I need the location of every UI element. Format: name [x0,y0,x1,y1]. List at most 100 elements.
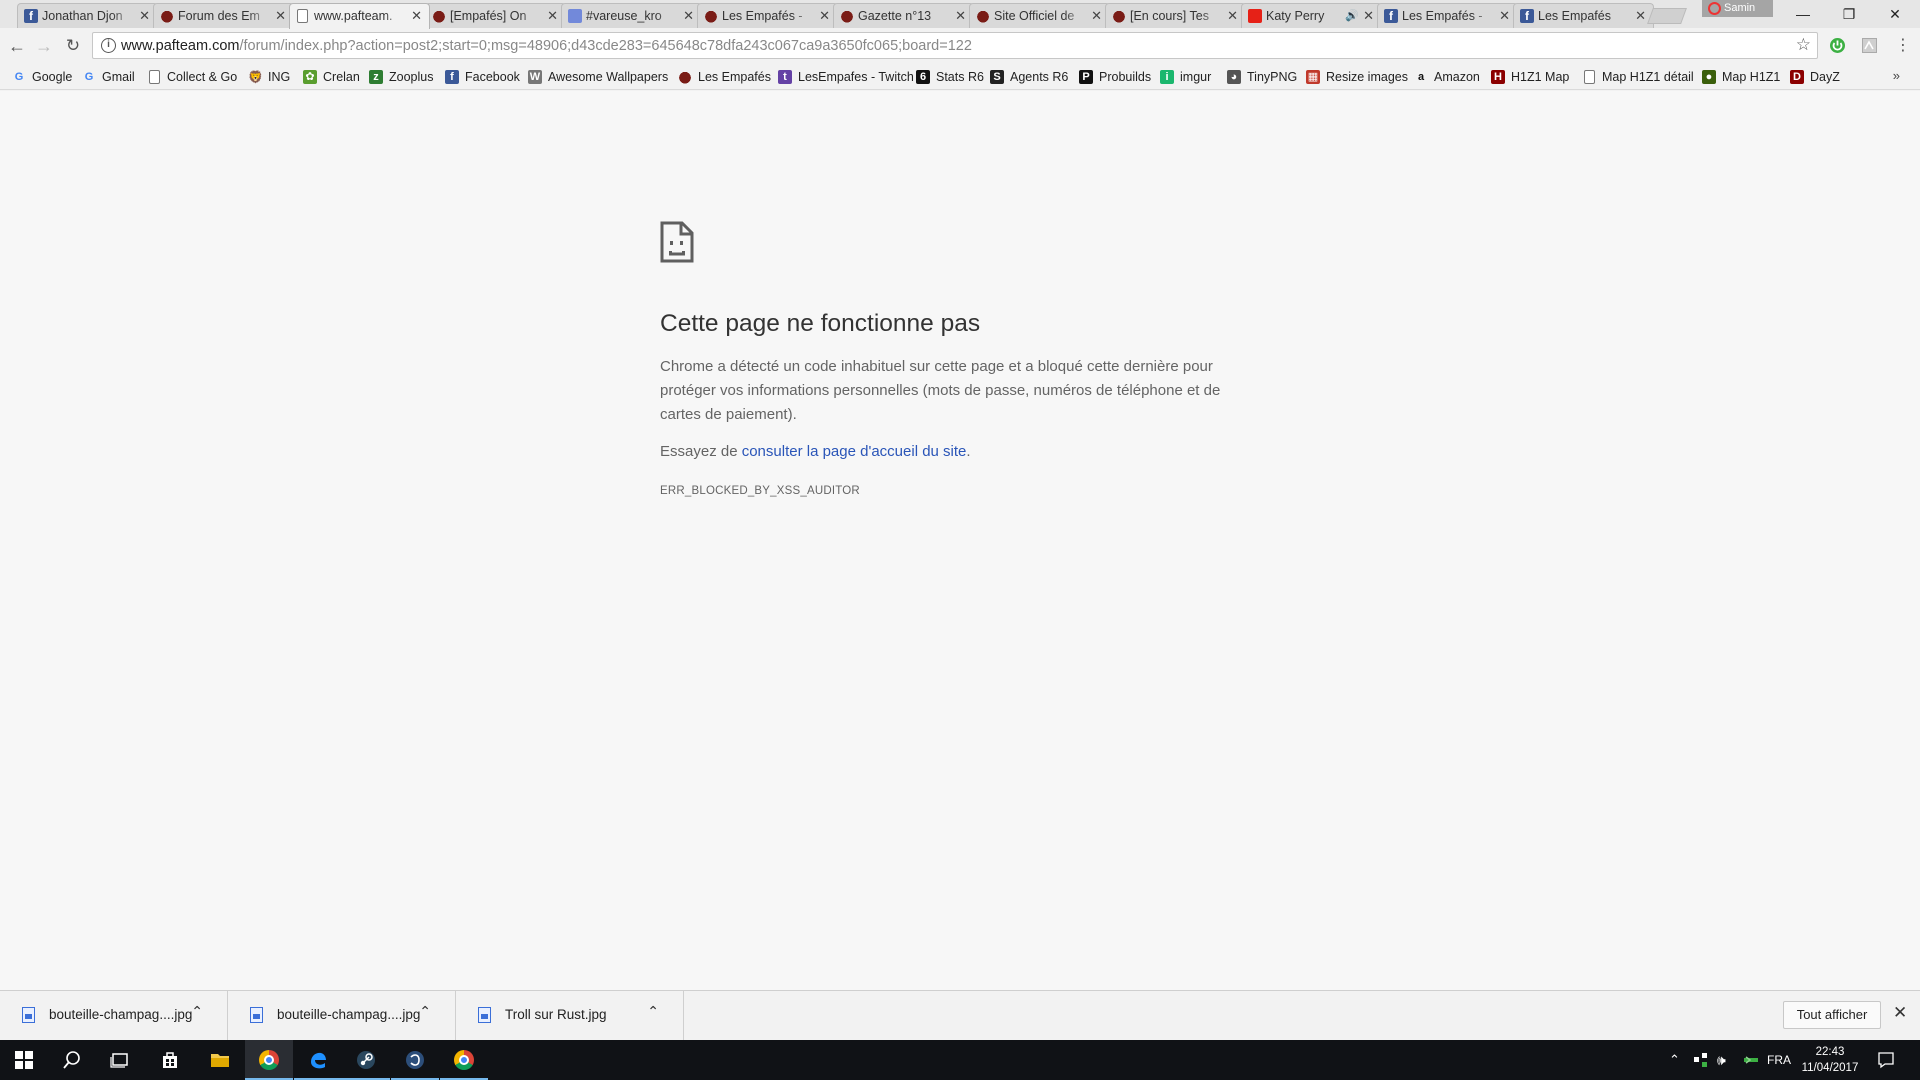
browser-tab[interactable]: f Jonathan Djon ✕ [17,3,158,28]
extension-pdf-icon[interactable] [1861,37,1878,54]
steam-icon[interactable] [342,1040,390,1080]
bookmark-item[interactable]: t LesEmpafes - Twitch [778,68,914,86]
homepage-link[interactable]: consulter la page d'accueil du site [742,443,967,460]
chrome-icon [259,1050,279,1070]
bookmark-item[interactable]: Collect & Go [147,68,237,86]
action-center-icon[interactable] [1877,1040,1895,1080]
bookmark-item[interactable]: ✿ Crelan [303,68,360,86]
close-tab-icon[interactable]: ✕ [683,4,694,28]
volume-icon[interactable]: 🕪 [1717,1040,1726,1080]
close-tab-icon[interactable]: ✕ [411,4,422,28]
tab-title: #vareuse_kro [586,9,662,23]
browser-tab[interactable]: Site Officiel de ✕ [969,3,1110,28]
search-icon[interactable] [48,1040,96,1080]
close-tab-icon[interactable]: ✕ [819,4,830,28]
download-options-chevron-icon[interactable]: ⌃ [191,1003,203,1020]
close-tab-icon[interactable]: ✕ [1499,4,1510,28]
bookmark-label: Amazon [1434,70,1480,84]
close-tab-icon[interactable]: ✕ [955,4,966,28]
browser-tab[interactable]: [En cours] Tes ✕ [1105,3,1246,28]
close-tab-icon[interactable]: ✕ [1227,4,1238,28]
bookmark-item[interactable]: 6 Stats R6 [916,68,984,86]
bookmark-item[interactable]: i imgur [1160,68,1211,86]
bookmark-item[interactable]: f Facebook [445,68,520,86]
bookmark-item[interactable]: z Zooplus [369,68,433,86]
file-explorer-icon[interactable] [196,1040,244,1080]
reload-button[interactable]: ↻ [61,34,85,58]
bookmark-label: Agents R6 [1010,70,1069,84]
bookmark-item[interactable]: G Gmail [82,68,135,86]
show-all-downloads-button[interactable]: Tout afficher [1783,1001,1881,1029]
minimize-button[interactable]: — [1780,0,1826,28]
download-item[interactable]: Troll sur Rust.jpg ⌃ [456,991,684,1041]
show-hidden-icons-chevron-icon[interactable]: ⌃ [1669,1040,1680,1080]
close-tab-icon[interactable]: ✕ [139,4,150,28]
empafes-icon [678,70,692,84]
download-item[interactable]: bouteille-champag....jpg ⌃ [0,991,228,1041]
new-tab-button[interactable] [1647,8,1687,24]
edge-icon[interactable] [294,1040,342,1080]
browser-tab[interactable]: #vareuse_kro ✕ [561,3,702,28]
profile-button[interactable]: Samin [1702,0,1773,17]
taskbar-chrome-active[interactable] [245,1040,293,1080]
tab-title: Les Empafés - [1402,9,1483,23]
teamspeak-icon[interactable] [391,1040,439,1080]
bookmark-item[interactable]: 🦁 ING [248,68,290,86]
forward-button[interactable]: → [32,34,56,58]
bookmark-item[interactable]: Les Empafés [678,68,771,86]
browser-tab[interactable]: f Les Empafés - ✕ [1377,3,1518,28]
chrome-menu-icon[interactable]: ⋮ [1891,34,1915,58]
clock-date: 11/04/2017 [1801,1062,1859,1074]
url-text[interactable]: www.pafteam.com/forum/index.php?action=p… [121,33,972,59]
close-tab-icon[interactable]: ✕ [1635,4,1646,28]
bookmark-item[interactable]: W Awesome Wallpapers [528,68,668,86]
address-bar[interactable]: i www.pafteam.com/forum/index.php?action… [92,32,1818,59]
browser-tab[interactable]: Gazette n°13 ✕ [833,3,974,28]
close-shelf-icon[interactable]: ✕ [1893,1003,1907,1023]
browser-tab[interactable]: f Les Empafés ✕ [1513,3,1654,28]
bookmark-item[interactable]: P Probuilds [1079,68,1151,86]
bookmark-item[interactable]: G Google [12,68,73,86]
bookmark-item[interactable]: Map H1Z1 détail [1582,68,1694,86]
page-icon [149,70,160,84]
windows-start-icon[interactable] [0,1040,48,1080]
bookmark-item[interactable]: a Amazon [1414,68,1480,86]
download-item[interactable]: bouteille-champag....jpg ⌃ [228,991,456,1041]
close-tab-icon[interactable]: ✕ [1363,4,1374,28]
back-button[interactable]: ← [5,34,29,58]
bookmark-item[interactable]: ▦ Resize images [1306,68,1408,86]
page-icon [297,9,308,23]
bookmark-item[interactable]: D DayZ [1790,68,1840,86]
bookmark-item[interactable]: H H1Z1 Map [1491,68,1569,86]
network-icon[interactable] [1692,1040,1710,1080]
browser-tab[interactable]: Forum des Em ✕ [153,3,294,28]
panda-icon: ◕ [1227,70,1241,84]
bookmark-label: Facebook [465,70,520,84]
download-options-chevron-icon[interactable]: ⌃ [647,1003,659,1020]
bookmark-label: imgur [1180,70,1212,84]
bookmark-item[interactable]: ● Map H1Z1 [1702,68,1780,86]
close-window-button[interactable]: ✕ [1872,0,1918,28]
browser-tab[interactable]: Les Empafés - ✕ [697,3,838,28]
bookmark-item[interactable]: ◕ TinyPNG [1227,68,1297,86]
audio-playing-icon[interactable]: 🔊 [1345,4,1359,28]
restore-button[interactable]: ❐ [1826,0,1872,28]
site-info-icon[interactable]: i [101,38,116,53]
more-bookmarks-icon[interactable]: » [1893,68,1900,83]
close-tab-icon[interactable]: ✕ [1091,4,1102,28]
bookmark-item[interactable]: S Agents R6 [990,68,1068,86]
close-tab-icon[interactable]: ✕ [275,4,286,28]
taskbar-chrome-2[interactable] [440,1040,488,1080]
bookmark-star-icon[interactable]: ☆ [1796,35,1811,55]
extension-green-icon[interactable] [1829,37,1846,54]
task-view-icon[interactable] [96,1040,144,1080]
clock[interactable]: 22:43 11/04/2017 [1792,1044,1868,1076]
store-icon[interactable] [146,1040,194,1080]
browser-tab[interactable]: [Empafés] On ✕ [425,3,566,28]
battery-icon[interactable] [1742,1040,1762,1080]
language-indicator[interactable]: FRA [1767,1040,1791,1080]
browser-tab[interactable]: www.pafteam. ✕ [289,3,430,29]
browser-tab[interactable]: Katy Perry 🔊 ✕ [1241,3,1382,28]
close-tab-icon[interactable]: ✕ [547,4,558,28]
download-options-chevron-icon[interactable]: ⌃ [419,1003,431,1020]
